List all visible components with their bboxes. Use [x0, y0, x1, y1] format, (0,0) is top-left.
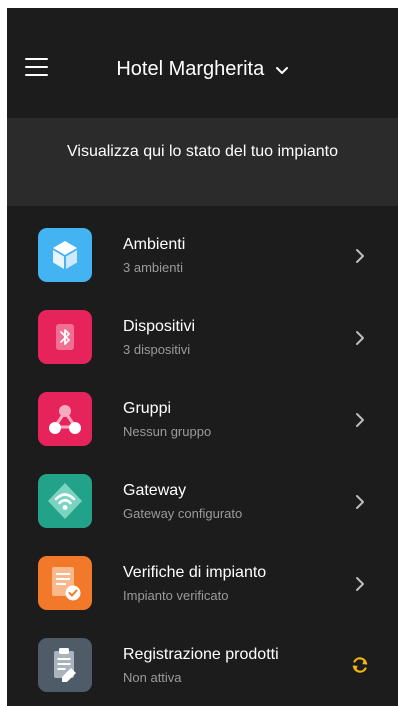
item-title: Gateway — [123, 482, 187, 499]
chevron-down-icon[interactable] — [275, 65, 289, 75]
item-subtitle: Gateway configurato — [123, 506, 243, 521]
app-screen: Hotel Margherita Visualizza qui lo stato… — [7, 8, 398, 706]
list-item-verifiche-di-impianto[interactable]: Verifiche di impianto Impianto verificat… — [7, 542, 398, 622]
cube-icon — [38, 228, 92, 282]
app-bar: Hotel Margherita — [7, 8, 398, 118]
clipboard-edit-icon — [38, 638, 92, 692]
item-title: Ambienti — [123, 236, 186, 253]
item-subtitle: 3 ambienti — [123, 260, 183, 275]
item-subtitle: Impianto verificato — [123, 588, 229, 603]
sync-icon[interactable] — [350, 655, 370, 675]
list-item-gateway[interactable]: Gateway Gateway configurato — [7, 460, 398, 540]
chevron-right-icon[interactable] — [355, 248, 365, 264]
list-item-ambienti[interactable]: Ambienti 3 ambienti — [7, 214, 398, 294]
list-item-gruppi[interactable]: Gruppi Nessun gruppo — [7, 378, 398, 458]
chevron-right-icon[interactable] — [355, 330, 365, 346]
wifi-icon — [38, 474, 92, 528]
list-item-registrazione-prodotti[interactable]: Registrazione prodotti Non attiva — [7, 624, 398, 704]
item-subtitle: 3 dispositivi — [123, 342, 191, 357]
chevron-right-icon[interactable] — [355, 576, 365, 592]
group-icon — [38, 392, 92, 446]
item-title: Gruppi — [123, 400, 172, 417]
item-title: Dispositivi — [123, 318, 196, 335]
item-subtitle: Nessun gruppo — [123, 424, 212, 439]
chevron-right-icon[interactable] — [355, 412, 365, 428]
banner-text: Visualizza qui lo stato del tuo impianto — [67, 143, 338, 160]
bluetooth-icon — [38, 310, 92, 364]
site-title[interactable]: Hotel Margherita — [116, 58, 264, 80]
chevron-right-icon[interactable] — [355, 494, 365, 510]
item-title: Verifiche di impianto — [123, 564, 267, 581]
list-item-dispositivi[interactable]: Dispositivi 3 dispositivi — [7, 296, 398, 376]
status-banner: Visualizza qui lo stato del tuo impianto — [7, 118, 398, 206]
checklist-icon — [38, 556, 92, 610]
item-subtitle: Non attiva — [123, 670, 182, 685]
site-selector[interactable]: Hotel Margherita — [7, 58, 398, 81]
item-title: Registrazione prodotti — [123, 646, 279, 663]
